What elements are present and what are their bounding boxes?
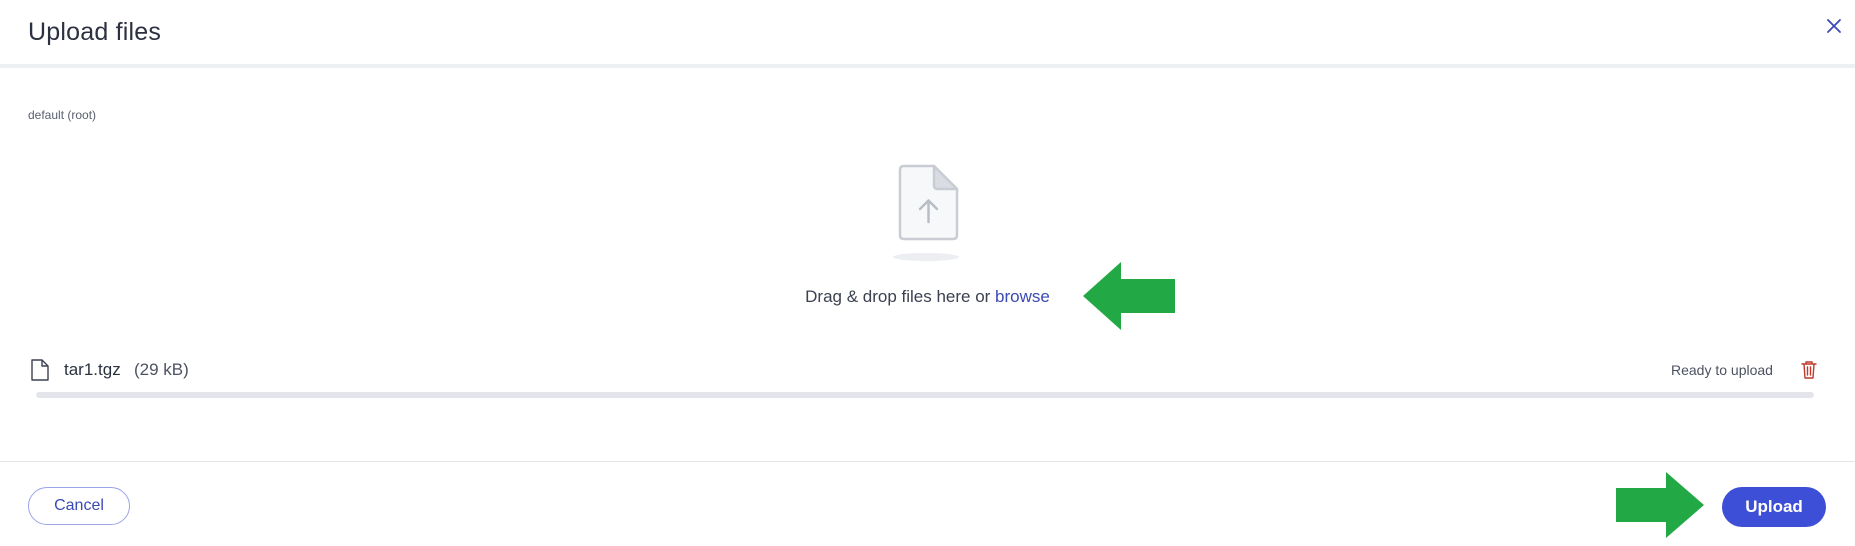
dialog-title: Upload files: [28, 18, 162, 46]
upload-progress-bar: [36, 392, 1814, 398]
dialog-footer: Cancel Upload: [0, 461, 1855, 546]
file-name: tar1.tgz: [64, 360, 121, 379]
arrow-left-annotation: [1083, 262, 1175, 330]
dropzone-instruction: Drag & drop files here or: [805, 287, 996, 306]
upload-button[interactable]: Upload: [1722, 487, 1826, 527]
file-upload-icon: [893, 164, 959, 261]
file-icon: [31, 359, 49, 381]
file-list-item: tar1.tgz (29 kB) Ready to upload: [28, 356, 1818, 400]
file-status: Ready to upload: [1671, 362, 1773, 378]
dialog-header: Upload files: [0, 0, 1855, 68]
file-size: (29 kB): [134, 360, 189, 379]
dropzone[interactable]: Drag & drop files here or browse: [0, 150, 1855, 325]
cancel-button[interactable]: Cancel: [28, 487, 130, 525]
trash-icon[interactable]: [1800, 360, 1818, 380]
arrow-right-annotation: [1616, 472, 1704, 538]
upload-dialog: Upload files default (root) Drag & drop …: [0, 0, 1855, 546]
dropzone-text: Drag & drop files here or browse: [0, 287, 1855, 307]
folder-path-label: default (root): [28, 108, 97, 122]
close-icon[interactable]: [1822, 14, 1846, 38]
browse-link[interactable]: browse: [995, 287, 1050, 306]
